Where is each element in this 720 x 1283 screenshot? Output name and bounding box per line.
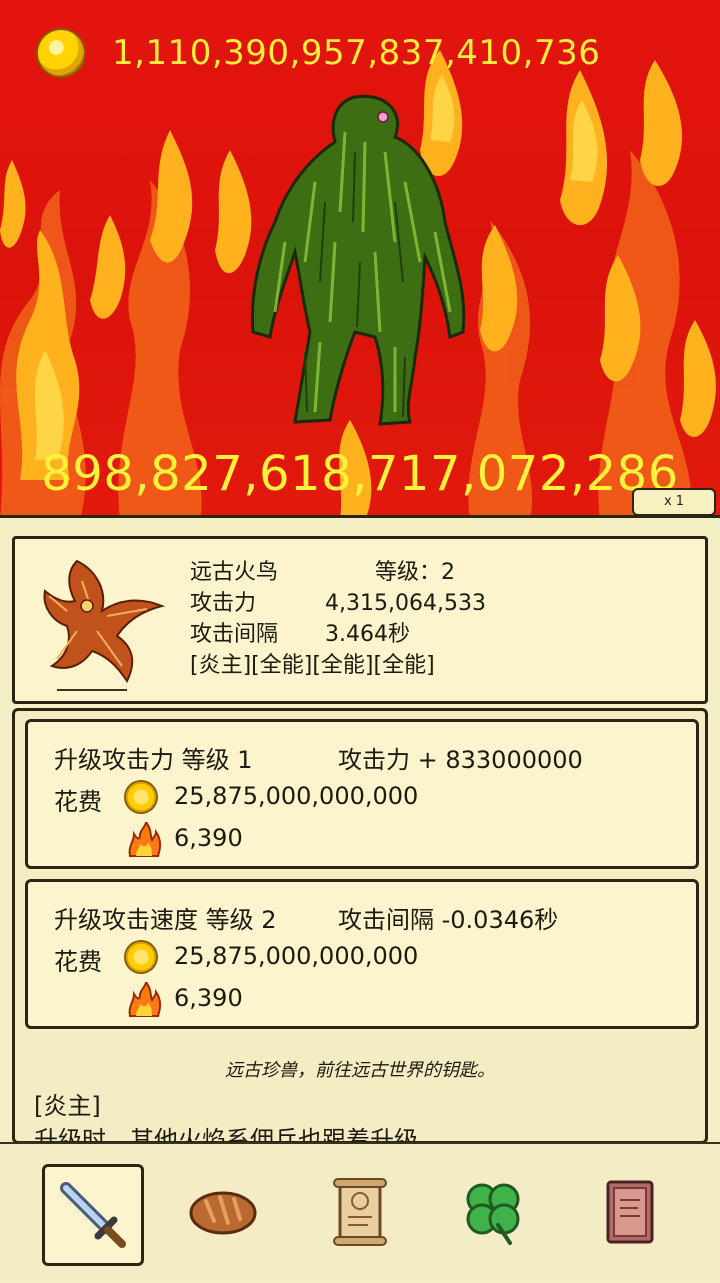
gold-coin-icon: [126, 942, 156, 972]
fire-cost: 6,390: [174, 824, 243, 852]
swamp-monster-enemy[interactable]: [245, 92, 470, 427]
tab-mercenaries[interactable]: [42, 1164, 144, 1266]
fire-icon: [128, 822, 161, 857]
gold-coin-icon: [126, 782, 156, 812]
attack-value: 4,315,064,533: [325, 591, 486, 616]
multiplier-button[interactable]: x 1: [632, 488, 716, 516]
scroll-icon: [333, 1178, 387, 1246]
sword-icon: [60, 1182, 126, 1248]
fire-bird-portrait: [43, 559, 166, 683]
tab-quests[interactable]: [312, 1164, 408, 1260]
tab-luck[interactable]: [445, 1164, 541, 1260]
monster-hp: 898,827,618,717,072,286: [41, 446, 679, 502]
trait-name: [炎主]: [34, 1092, 101, 1120]
tab-book[interactable]: [582, 1164, 678, 1260]
upgrade-effect: 攻击间隔 -0.0346秒: [338, 906, 559, 934]
gold-cost: 25,875,000,000,000: [174, 782, 419, 810]
upgrade-title: 升级攻击力 等级 1: [54, 746, 253, 774]
unit-stats: 远古火鸟 等级：2 攻击力 4,315,064,533 攻击间隔 3.464秒 …: [190, 557, 486, 681]
gold-amount: 1,110,390,957,837,410,736: [112, 33, 601, 73]
unit-name: 远古火鸟: [190, 560, 279, 585]
gold-cost: 25,875,000,000,000: [174, 942, 419, 970]
upgrade-attack-button[interactable]: 升级攻击力 等级 1 攻击力 + 833000000 花费 25,875,000…: [25, 719, 699, 869]
interval-label: 攻击间隔: [190, 622, 279, 647]
book-icon: [606, 1180, 654, 1244]
gold-coin-icon: [38, 30, 84, 76]
upgrade-title: 升级攻击速度 等级 2: [54, 906, 277, 934]
cost-label: 花费: [54, 788, 102, 816]
attack-label: 攻击力: [190, 591, 257, 616]
unit-tags: [炎主][全能][全能][全能]: [190, 653, 435, 678]
fire-cost: 6,390: [174, 984, 243, 1012]
upgrade-speed-button[interactable]: 升级攻击速度 等级 2 攻击间隔 -0.0346秒 花费 25,875,000,…: [25, 879, 699, 1029]
portrait-underline: [57, 689, 127, 691]
upgrade-effect: 攻击力 + 833000000: [338, 746, 583, 774]
clover-icon: [466, 1183, 520, 1245]
unit-level: 等级：2: [375, 560, 455, 585]
battle-scene[interactable]: 1,110,390,957,837,410,736 898,827,618,71…: [0, 0, 720, 518]
bread-icon: [189, 1191, 257, 1235]
tab-food[interactable]: [175, 1164, 271, 1260]
cost-label: 花费: [54, 948, 102, 976]
unit-description: 远古珍兽，前往远古世界的钥匙。: [225, 1060, 495, 1081]
fire-icon: [128, 982, 161, 1017]
bottom-tab-bar: [0, 1142, 720, 1282]
unit-card: 远古火鸟 等级：2 攻击力 4,315,064,533 攻击间隔 3.464秒 …: [12, 536, 708, 704]
interval-value: 3.464秒: [325, 622, 410, 647]
